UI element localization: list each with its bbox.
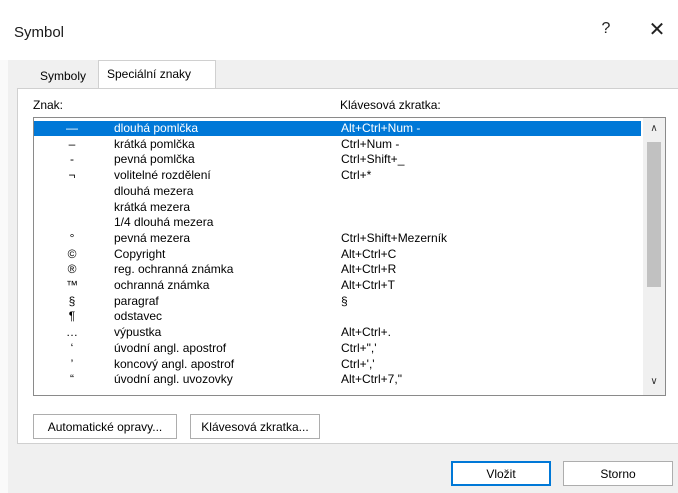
row-char: ¬: [68, 168, 76, 183]
row-char: ¶: [68, 309, 76, 324]
list-item[interactable]: … výpustka Alt+Ctrl+.: [34, 325, 641, 340]
tab-symboly[interactable]: Symboly: [32, 63, 94, 89]
row-name: úvodní angl. uvozovky: [114, 372, 233, 387]
row-shortcut: Ctrl+",': [341, 340, 377, 355]
tab-special-chars[interactable]: Speciální znaky: [98, 60, 216, 89]
row-char: ©: [67, 246, 77, 261]
row-shortcut: Ctrl+Shift+Mezerník: [341, 230, 448, 245]
row-char: …: [66, 325, 78, 340]
row-char: ‘: [70, 340, 74, 355]
list-item[interactable]: § paragraf §: [34, 294, 641, 309]
list-item[interactable]: ® reg. ochranná známka Alt+Ctrl+R: [34, 262, 641, 277]
row-name: dlouhá mezera: [114, 183, 194, 198]
scroll-up-icon[interactable]: ∧: [643, 121, 665, 137]
row-char: ’: [70, 356, 74, 371]
row-shortcut: Alt+Ctrl+.: [341, 325, 392, 340]
list-item[interactable]: ¶ odstavec: [34, 309, 641, 324]
row-shortcut: Alt+Ctrl+R: [341, 262, 397, 277]
scroll-thumb[interactable]: [647, 142, 661, 287]
row-char: —: [66, 121, 78, 135]
shortcut-column-header: Klávesová zkratka:: [340, 98, 441, 112]
row-name: Copyright: [114, 246, 166, 261]
char-column-header: Znak:: [33, 98, 64, 112]
list-item[interactable]: “ úvodní angl. uvozovky Alt+Ctrl+7,": [34, 372, 641, 387]
list-item[interactable]: ’ koncový angl. apostrof Ctrl+',': [34, 357, 641, 372]
scroll-down-icon[interactable]: ∨: [643, 374, 665, 390]
special-chars-list[interactable]: — dlouhá pomlčka Alt+Ctrl+Num - – krátká pom…: [33, 117, 666, 396]
row-char: –: [68, 136, 76, 151]
row-name: pevná pomlčka: [114, 152, 195, 167]
autocorrect-button[interactable]: Automatické opravy...: [33, 414, 177, 439]
row-name: úvodní angl. apostrof: [114, 340, 227, 355]
row-shortcut: Ctrl+Shift+_: [341, 152, 405, 167]
window-left-edge: [0, 60, 8, 493]
dialog-title: Symbol: [14, 24, 65, 41]
list-item[interactable]: © Copyright Alt+Ctrl+C: [34, 247, 641, 262]
row-char: ®: [67, 262, 77, 277]
row-shortcut: Ctrl+*: [341, 168, 372, 183]
title-bar: Symbol ? ✕: [0, 0, 678, 60]
row-shortcut: Alt+Ctrl+7,": [341, 372, 402, 387]
shortcut-key-button[interactable]: Klávesová zkratka...: [190, 414, 320, 439]
help-button[interactable]: ?: [596, 20, 616, 38]
row-shortcut: Alt+Ctrl+C: [341, 246, 397, 261]
list-item[interactable]: ‘ úvodní angl. apostrof Ctrl+",': [34, 341, 641, 356]
row-char: “: [70, 372, 74, 387]
list-scrollbar[interactable]: ∧ ∨: [643, 118, 665, 395]
row-name: ochranná známka: [114, 278, 210, 292]
list-item[interactable]: ¬ volitelné rozdělení Ctrl+*: [34, 168, 641, 183]
row-char: §: [68, 293, 76, 308]
list-item[interactable]: 1/4 dlouhá mezera: [34, 215, 641, 230]
row-char: -: [70, 152, 74, 167]
row-char: °: [69, 230, 75, 245]
row-name: 1/4 dlouhá mezera: [114, 215, 214, 230]
list-item[interactable]: - pevná pomlčka Ctrl+Shift+_: [34, 152, 641, 167]
list-item[interactable]: krátká mezera: [34, 200, 641, 215]
insert-button[interactable]: Vložit: [451, 461, 551, 486]
row-char: ™: [66, 278, 78, 292]
list-item[interactable]: ° pevná mezera Ctrl+Shift+Mezerník: [34, 231, 641, 246]
row-shortcut: Ctrl+Num -: [341, 136, 400, 151]
cancel-button[interactable]: Storno: [563, 461, 673, 486]
row-name: krátká mezera: [114, 199, 191, 214]
list-item[interactable]: ™ ochranná známka Alt+Ctrl+T: [34, 278, 641, 293]
row-shortcut: Ctrl+',': [341, 356, 375, 371]
row-shortcut: §: [341, 293, 348, 308]
row-shortcut: Alt+Ctrl+T: [341, 278, 396, 292]
row-name: výpustka: [114, 325, 162, 340]
row-name: dlouhá pomlčka: [114, 121, 199, 135]
row-name: pevná mezera: [114, 230, 191, 245]
close-button[interactable]: ✕: [645, 17, 669, 42]
row-name: volitelné rozdělení: [114, 168, 211, 183]
row-name: odstavec: [114, 309, 163, 324]
row-shortcut: Alt+Ctrl+Num -: [341, 121, 421, 135]
row-name: krátká pomlčka: [114, 136, 195, 151]
list-item[interactable]: — dlouhá pomlčka Alt+Ctrl+Num -: [34, 121, 641, 136]
list-item[interactable]: dlouhá mezera: [34, 184, 641, 199]
row-name: koncový angl. apostrof: [114, 356, 235, 371]
list-item[interactable]: – krátká pomlčka Ctrl+Num -: [34, 137, 641, 152]
row-name: paragraf: [114, 293, 159, 308]
row-name: reg. ochranná známka: [114, 262, 234, 277]
